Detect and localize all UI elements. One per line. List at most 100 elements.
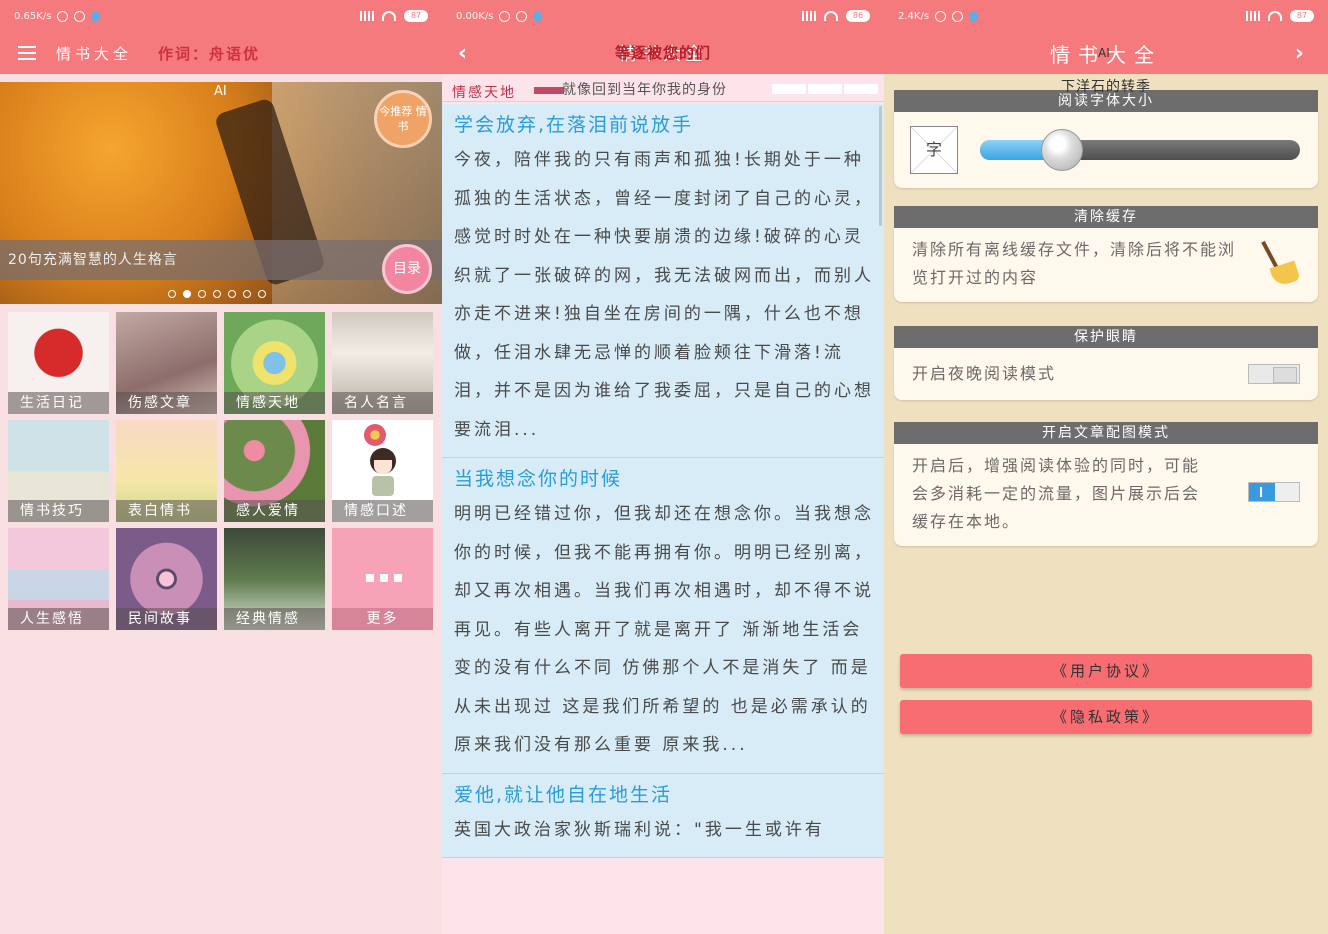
user-agreement-button[interactable]: 《用户协议》 <box>900 654 1312 688</box>
tile-label: 情感天地 <box>224 392 325 414</box>
wifi-icon <box>1268 11 1282 21</box>
drop-icon <box>533 10 543 22</box>
tile-label: 情书技巧 <box>8 500 109 522</box>
tile-touching-love[interactable]: 感人爱情 <box>224 420 325 522</box>
lyric-subtitle: 作词：舟语优 <box>158 44 261 63</box>
tile-classic-emotion[interactable]: 经典情感 <box>224 528 325 630</box>
sync-icon <box>952 10 964 22</box>
signal-icon <box>802 11 816 21</box>
image-mode-card: 开启后，增强阅读体验的同时，可能会多消耗一定的流量，图片展示后会缓存在本地。 <box>894 444 1318 546</box>
tile-label: 经典情感 <box>224 608 325 630</box>
tile-label: 更多 <box>332 608 433 630</box>
article-title[interactable]: 当我想念你的时候 <box>454 464 874 491</box>
banner-carousel[interactable]: AI 今推荐 情书 20句充满智慧的人生格言 目录 <box>0 82 442 304</box>
clear-cache-card[interactable]: 清除所有离线缓存文件，清除后将不能浏览打开过的内容 <box>894 228 1318 302</box>
tile-famous-quotes[interactable]: 名人名言 <box>332 312 433 414</box>
tile-letter-tips[interactable]: 情书技巧 <box>8 420 109 522</box>
battery-icon: 87 <box>404 10 428 22</box>
carousel-dot[interactable] <box>228 290 236 298</box>
toc-button[interactable]: 目录 <box>382 244 432 294</box>
article-title[interactable]: 爱他,就让他自在地生活 <box>454 780 874 807</box>
drop-icon <box>969 10 979 22</box>
article-excerpt: 英国大政治家狄斯瑞利说："我一生或许有 <box>454 819 825 840</box>
back-icon[interactable]: › <box>1279 41 1320 66</box>
tile-label: 民间故事 <box>116 608 217 630</box>
tile-life-insights[interactable]: 人生感悟 <box>8 528 109 630</box>
category-strip: 情感天地 就像回到当年你我的身份 <box>442 78 884 102</box>
girl-illustration-icon <box>368 436 398 496</box>
status-bar: 0.65K/s 87 <box>0 0 442 32</box>
category-grid: 生活日记 伤感文章 情感天地 名人名言 情书技巧 表白情书 感人爱情 情感口述 … <box>0 304 442 630</box>
tile-emotion-world[interactable]: 情感天地 <box>224 312 325 414</box>
list-item[interactable]: 学会放弃,在落泪前说放手 今夜，陪伴我的只有雨声和孤独!长期处于一种孤独的生活状… <box>442 104 884 458</box>
network-speed: 0.65K/s <box>14 10 52 22</box>
night-mode-toggle[interactable] <box>1248 364 1300 384</box>
carousel-dot[interactable] <box>243 290 251 298</box>
tile-label: 感人爱情 <box>224 500 325 522</box>
carousel-dot[interactable] <box>213 290 221 298</box>
tile-label: 表白情书 <box>116 500 217 522</box>
scrollbar[interactable] <box>879 106 882 226</box>
eye-protection-card: 开启夜晚阅读模式 <box>894 348 1318 400</box>
carousel-dot[interactable] <box>258 290 266 298</box>
app-bar: 情书大全 作词：舟语优 <box>0 32 442 74</box>
carousel-dot[interactable] <box>198 290 206 298</box>
article-list-screen: 0.00K/s 86 ‹ 情书大全 等逐被您的们 情感天地 就像回到当年你我的身… <box>442 0 884 934</box>
menu-icon[interactable] <box>18 46 36 60</box>
font-size-card: 字 <box>894 112 1318 188</box>
status-bar: 2.4K/s 87 <box>884 0 1328 32</box>
carousel-dot[interactable] <box>168 290 176 298</box>
font-sample-box: 字 <box>910 126 958 174</box>
article-excerpt: 今夜，陪伴我的只有雨声和孤独!长期处于一种孤独的生活状态，曾经一度封闭了自己的心… <box>454 150 874 440</box>
category-indicator <box>534 87 564 94</box>
image-mode-toggle[interactable] <box>1248 482 1300 502</box>
ai-label: AI <box>1098 46 1110 60</box>
tile-label: 情感口述 <box>332 500 433 522</box>
alarm-icon <box>499 10 511 22</box>
progress-segments <box>772 84 878 94</box>
broom-icon[interactable] <box>1261 240 1302 288</box>
alarm-icon <box>935 10 947 22</box>
tile-emotion-narration[interactable]: 情感口述 <box>332 420 433 522</box>
article-excerpt: 明明已经错过你，但我却还在想念你。当我想念你的时候，但我不能再拥有你。明明已经别… <box>454 504 874 755</box>
carousel-indicator <box>168 290 266 298</box>
clear-cache-text: 清除所有离线缓存文件，清除后将不能浏览打开过的内容 <box>912 240 1237 287</box>
tile-label: 名人名言 <box>332 392 433 414</box>
status-bar: 0.00K/s 86 <box>442 0 884 32</box>
wifi-icon <box>824 11 838 21</box>
list-item[interactable]: 当我想念你的时候 明明已经错过你，但我却还在想念你。当我想念你的时候，但我不能再… <box>442 458 884 774</box>
privacy-policy-button[interactable]: 《隐私政策》 <box>900 700 1312 734</box>
tile-folk-stories[interactable]: 民间故事 <box>116 528 217 630</box>
image-mode-header: 开启文章配图模式 <box>894 422 1318 444</box>
slider-knob[interactable] <box>1041 129 1083 171</box>
network-speed: 2.4K/s <box>898 10 930 22</box>
lyric-subtitle: 等逐被您的们 <box>614 44 711 62</box>
lyric-overlay: 下洋石的转季 <box>1061 79 1151 95</box>
drop-icon <box>91 10 101 22</box>
signal-icon <box>360 11 374 21</box>
battery-icon: 86 <box>846 10 870 22</box>
tile-life-diary[interactable]: 生活日记 <box>8 312 109 414</box>
font-size-slider[interactable] <box>980 129 1300 171</box>
article-list[interactable]: 学会放弃,在落泪前说放手 今夜，陪伴我的只有雨声和孤独!长期处于一种孤独的生活状… <box>442 104 884 934</box>
battery-icon: 87 <box>1290 10 1314 22</box>
sync-icon <box>74 10 86 22</box>
tile-more[interactable]: 更多 <box>332 528 433 630</box>
settings-screen: 2.4K/s 87 情书大全 › AI 下洋石的转季 阅读字体大小 字 清除缓存… <box>884 0 1328 934</box>
recommend-badge[interactable]: 今推荐 情书 <box>374 90 432 148</box>
tile-label: 人生感悟 <box>8 608 109 630</box>
category-label[interactable]: 情感天地 <box>452 82 516 102</box>
ai-label: AI <box>214 84 227 99</box>
more-icon <box>366 574 402 582</box>
network-speed: 0.00K/s <box>456 10 494 22</box>
list-item[interactable]: 爱他,就让他自在地生活 英国大政治家狄斯瑞利说："我一生或许有 <box>442 773 884 858</box>
tile-confession-letters[interactable]: 表白情书 <box>116 420 217 522</box>
carousel-dot-active[interactable] <box>183 290 191 298</box>
app-title: 情书大全 <box>56 44 133 63</box>
article-title[interactable]: 学会放弃,在落泪前说放手 <box>454 110 874 137</box>
app-bar: ‹ 情书大全 等逐被您的们 <box>442 32 884 74</box>
eye-protection-header: 保护眼睛 <box>894 326 1318 348</box>
tile-sad-articles[interactable]: 伤感文章 <box>116 312 217 414</box>
tile-label: 生活日记 <box>8 392 109 414</box>
banner-caption[interactable]: 20句充满智慧的人生格言 <box>0 240 442 280</box>
